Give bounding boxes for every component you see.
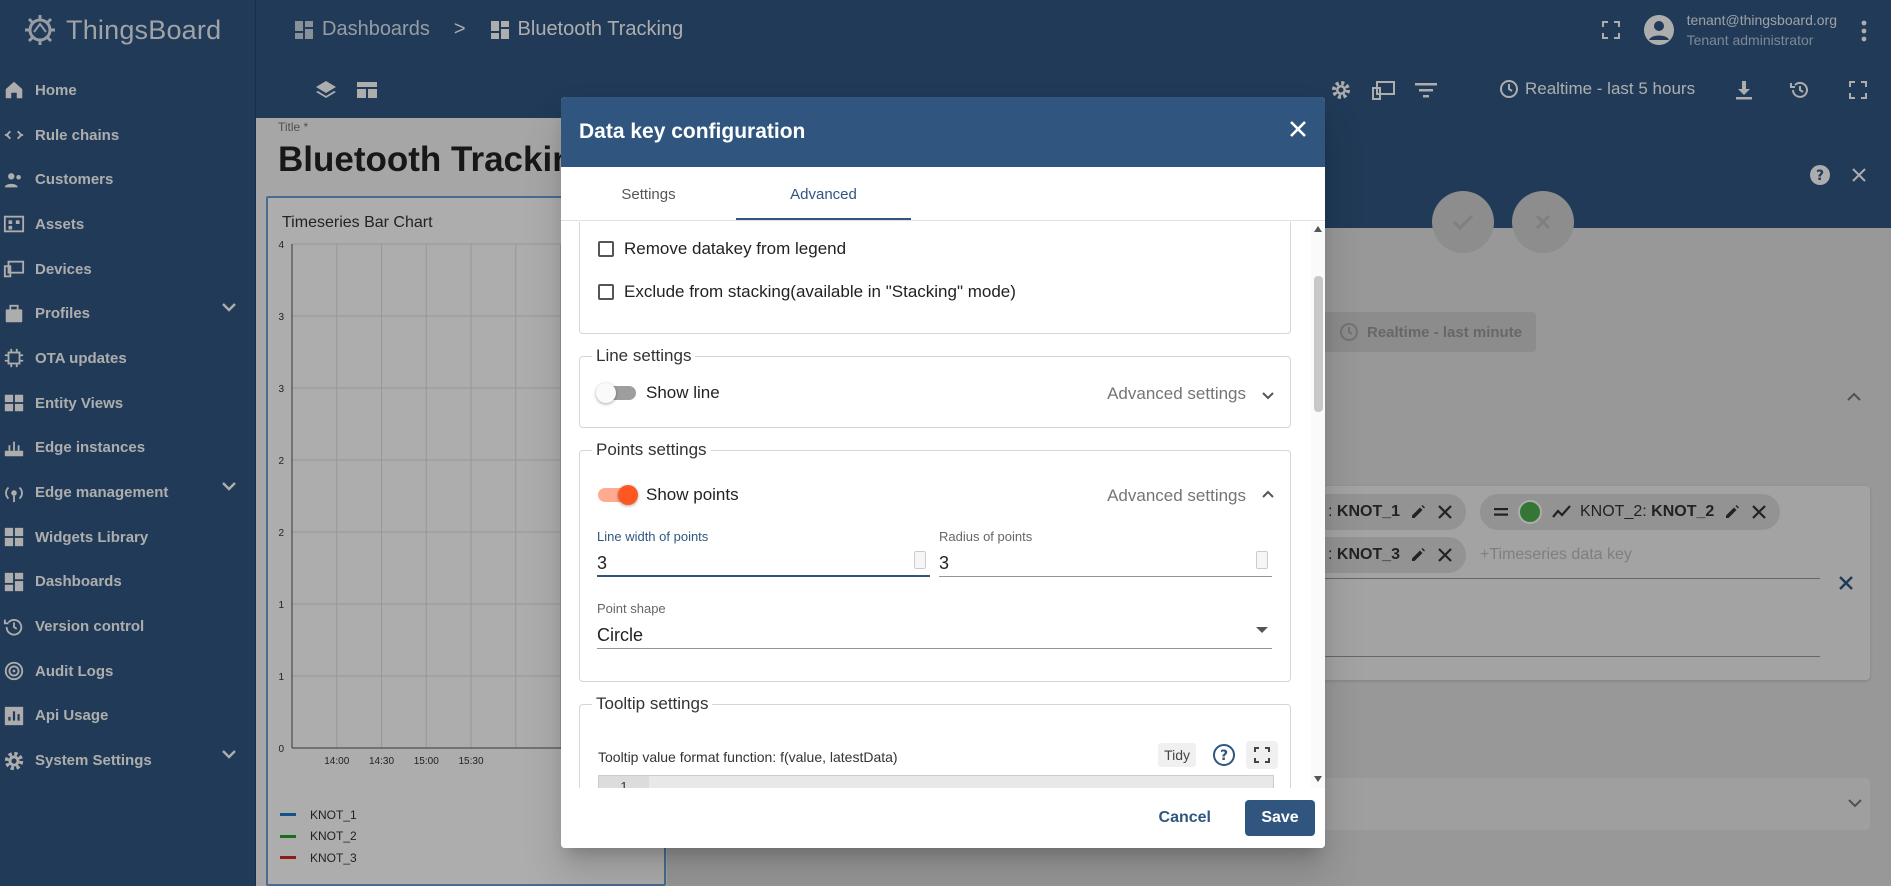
editor-line-number: 1 [599, 776, 649, 788]
toggle-thumb [596, 383, 616, 403]
number-spinner[interactable] [1256, 551, 1268, 569]
radius-field[interactable]: Radius of points 3 [939, 529, 1272, 577]
tidy-button[interactable]: Tidy [1158, 743, 1196, 767]
tooltip-settings-title: Tooltip settings [592, 694, 713, 714]
line-advanced-settings[interactable]: Advanced settings [1107, 384, 1274, 404]
line-settings-section: Line settings Show line Advanced setting… [579, 346, 1291, 428]
tooltip-settings-section: Tooltip settings Tooltip value format fu… [579, 694, 1291, 788]
general-settings-section: Remove datakey from legend Exclude from … [579, 222, 1291, 334]
dialog-scrollbar[interactable] [1311, 222, 1325, 788]
checkbox-label: Exclude from stacking(available in "Stac… [624, 282, 1016, 301]
points-settings-title: Points settings [592, 440, 711, 460]
remove-from-legend-checkbox[interactable]: Remove datakey from legend [598, 239, 846, 259]
checkbox-label: Remove datakey from legend [624, 239, 847, 258]
tooltip-function-label: Tooltip value format function: f(value, … [598, 749, 898, 765]
dialog-tabs: Settings Advanced [561, 167, 1325, 221]
dialog-title: Data key configuration [579, 120, 806, 143]
line-width-label: Line width of points [597, 529, 709, 544]
code-editor[interactable]: 1 [598, 775, 1274, 788]
svg-text:?: ? [1220, 748, 1228, 764]
points-advanced-settings[interactable]: Advanced settings [1107, 486, 1274, 506]
point-shape-value[interactable]: Circle [597, 625, 1272, 646]
exclude-stacking-checkbox[interactable]: Exclude from stacking(available in "Stac… [598, 282, 1016, 302]
radius-label: Radius of points [939, 529, 1033, 544]
number-spinner[interactable] [914, 551, 926, 569]
checkbox-box[interactable] [598, 284, 614, 300]
chevron-up-icon [1262, 490, 1274, 502]
toggle-label: Show line [646, 383, 720, 402]
line-width-input[interactable]: 3 [597, 553, 930, 574]
toggle-thumb [618, 485, 638, 505]
save-button[interactable]: Save [1245, 800, 1315, 836]
checkbox-box[interactable] [598, 241, 614, 257]
points-settings-section: Points settings Show points Advanced set… [579, 440, 1291, 682]
scroll-down-icon[interactable] [1314, 776, 1322, 782]
dropdown-arrow-icon [1256, 627, 1268, 633]
dialog-actions: Cancel Save [561, 788, 1325, 848]
toggle-label: Show points [646, 485, 739, 504]
dialog-content: Remove datakey from legend Exclude from … [561, 222, 1325, 788]
help-icon[interactable]: ? [1212, 743, 1236, 767]
tab-settings[interactable]: Settings [561, 167, 736, 221]
line-width-field[interactable]: Line width of points 3 [597, 529, 930, 577]
scroll-thumb[interactable] [1314, 276, 1323, 412]
close-icon[interactable] [1289, 120, 1307, 138]
point-shape-select[interactable]: Point shape Circle [597, 601, 1272, 649]
cancel-button[interactable]: Cancel [1149, 800, 1221, 836]
dialog-header: Data key configuration [561, 97, 1325, 167]
tab-advanced[interactable]: Advanced [736, 167, 911, 221]
active-tab-indicator [736, 218, 911, 220]
field-underline [939, 576, 1272, 577]
advanced-settings-label: Advanced settings [1107, 486, 1246, 505]
show-line-toggle[interactable]: Show line [596, 383, 720, 403]
point-shape-label: Point shape [597, 601, 666, 616]
scroll-up-icon[interactable] [1314, 226, 1322, 232]
line-settings-title: Line settings [592, 346, 696, 366]
field-underline [597, 575, 930, 577]
data-key-config-dialog: Data key configuration Settings Advanced… [561, 97, 1325, 848]
fullscreen-editor-icon[interactable] [1246, 741, 1278, 769]
toggle-track[interactable] [598, 485, 638, 505]
chevron-down-icon [1262, 388, 1274, 400]
show-points-toggle[interactable]: Show points [598, 485, 739, 505]
advanced-settings-label: Advanced settings [1107, 384, 1246, 403]
toggle-track[interactable] [596, 383, 636, 403]
radius-input[interactable]: 3 [939, 553, 1272, 574]
field-underline [597, 648, 1272, 649]
